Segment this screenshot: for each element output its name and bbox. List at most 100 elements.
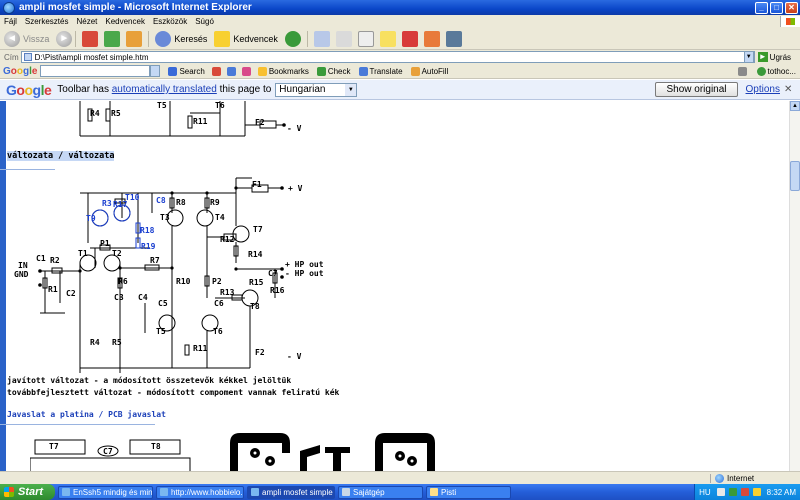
check-label: Check xyxy=(327,66,351,76)
translate-info-link[interactable]: automatically translated xyxy=(112,84,217,95)
menu-favorites[interactable]: Kedvencek xyxy=(101,17,149,26)
improved-text: javított változat - a módosított összete… xyxy=(7,376,292,385)
back-arrow-icon[interactable]: ◄ xyxy=(4,30,20,47)
mail-icon[interactable] xyxy=(313,30,330,47)
menu-tools[interactable]: Eszközök xyxy=(149,17,191,26)
task-button[interactable]: EnSsh5 mindig és min... xyxy=(58,485,153,499)
show-original-button[interactable]: Show original xyxy=(655,82,738,97)
pagerank-icon[interactable] xyxy=(241,66,251,76)
label-t5: T5 xyxy=(157,101,167,110)
menu-view[interactable]: Nézet xyxy=(72,17,101,26)
print-icon[interactable] xyxy=(335,30,352,47)
page-left-band xyxy=(0,101,6,471)
search-icon[interactable] xyxy=(155,30,172,47)
vertical-scrollbar[interactable]: ▲ xyxy=(789,101,800,471)
label-t7: T7 xyxy=(253,225,263,234)
language-indicator[interactable]: HU xyxy=(699,488,711,497)
account-button[interactable]: tothoc... xyxy=(756,66,796,76)
google-search-input[interactable] xyxy=(40,65,151,77)
security-zone: Internet xyxy=(710,473,800,483)
label-t6-main: T6 xyxy=(213,327,223,336)
label-r6: R6 xyxy=(118,277,128,286)
task-button-active[interactable]: ampli mosfet simple -... xyxy=(247,485,335,499)
share-icon[interactable] xyxy=(226,66,236,76)
tools-icon[interactable] xyxy=(445,30,462,47)
tray-security-icon[interactable] xyxy=(740,488,749,496)
messenger-icon[interactable] xyxy=(423,30,440,47)
title-bar[interactable]: ampli mosfet simple - Microsoft Internet… xyxy=(0,0,800,15)
address-bar: Cím D:\Pisti\ampli mosfet simple.htm ▼ ►… xyxy=(0,50,800,64)
options-link[interactable]: Options xyxy=(746,84,780,95)
google-search-label: Search xyxy=(179,66,205,76)
menu-help[interactable]: Súgó xyxy=(191,17,218,26)
autofill-label: AutoFill xyxy=(421,66,449,76)
label-r7: R7 xyxy=(150,256,160,265)
task-button[interactable]: http://www.hobbielo... xyxy=(156,485,244,499)
back-button[interactable]: Vissza xyxy=(23,34,49,44)
favorites-button[interactable]: Kedvencek xyxy=(233,34,278,44)
task-button[interactable]: Pisti xyxy=(426,485,511,499)
task-button[interactable]: Sajátgép xyxy=(338,485,423,499)
address-dropdown-icon[interactable]: ▼ xyxy=(743,51,754,63)
ie-icon xyxy=(251,488,259,496)
label-r5: R5 xyxy=(111,109,121,118)
clock: 8:32 AM xyxy=(766,487,796,497)
favorites-star-icon[interactable] xyxy=(214,30,231,47)
address-input[interactable]: D:\Pisti\ampli mosfet simple.htm ▼ xyxy=(20,51,755,63)
label-t1: T1 xyxy=(78,249,88,258)
wrench-button[interactable] xyxy=(737,66,749,76)
translate-button[interactable]: Translate xyxy=(358,66,403,76)
pcb-copper-layout xyxy=(230,433,435,471)
refresh-icon[interactable] xyxy=(104,30,121,47)
history-icon[interactable] xyxy=(284,30,301,47)
start-button[interactable]: Start xyxy=(0,484,55,500)
menu-edit[interactable]: Szerkesztés xyxy=(21,17,73,26)
minimize-button[interactable]: _ xyxy=(755,1,768,14)
google-toolbar-logo[interactable]: Google xyxy=(3,66,37,77)
popup-blocker-icon[interactable] xyxy=(211,66,221,76)
bookmarks-button[interactable]: Bookmarks xyxy=(257,66,309,76)
menu-file[interactable]: Fájl xyxy=(0,17,21,26)
close-icon[interactable]: ✕ xyxy=(784,84,794,95)
label-p2: P2 xyxy=(212,277,222,286)
pcb-heading: Javaslat a platina / PCB javaslat xyxy=(7,410,166,419)
google-search-button[interactable]: Search xyxy=(168,66,205,76)
toolbar-separator xyxy=(148,30,150,47)
label-f1: F1 xyxy=(252,180,262,189)
label-neg-v-main: - V xyxy=(287,352,302,361)
forward-arrow-icon[interactable]: ► xyxy=(56,30,73,47)
pcb-label-c7: C7 xyxy=(103,447,113,456)
taskbar: Start EnSsh5 mindig és min... http://www… xyxy=(0,484,800,500)
scroll-up-icon[interactable]: ▲ xyxy=(790,101,800,111)
translate-text-before: Toolbar has xyxy=(57,84,112,95)
ie-icon xyxy=(160,488,168,496)
maximize-button[interactable]: □ xyxy=(770,1,783,14)
home-icon[interactable] xyxy=(126,30,143,47)
window-title: ampli mosfet simple - Microsoft Internet… xyxy=(19,2,252,13)
label-t10: T10 xyxy=(125,193,140,202)
autofill-button[interactable]: AutoFill xyxy=(410,66,449,76)
tray-app-icon[interactable] xyxy=(728,488,737,496)
search-dropdown-icon[interactable] xyxy=(150,65,161,77)
address-url: D:\Pisti\ampli mosfet simple.htm xyxy=(34,52,149,62)
stop-icon[interactable] xyxy=(82,30,99,47)
search-button[interactable]: Keresés xyxy=(174,34,207,44)
tray-volume-icon[interactable] xyxy=(752,488,761,496)
scroll-thumb[interactable] xyxy=(790,161,800,191)
label-in: IN xyxy=(18,261,28,270)
system-tray: HU 8:32 AM xyxy=(694,484,800,500)
edit-icon[interactable] xyxy=(357,30,374,47)
tray-network-icon[interactable] xyxy=(716,488,725,496)
menu-bar: Fájl Szerkesztés Nézet Kedvencek Eszközö… xyxy=(0,15,800,28)
language-select[interactable]: Hungarian ▼ xyxy=(275,82,358,97)
autofill-icon xyxy=(410,66,420,76)
spades-icon[interactable] xyxy=(401,30,418,47)
go-button[interactable]: ► Ugrás xyxy=(757,52,791,62)
close-button[interactable]: ✕ xyxy=(785,1,798,14)
address-label: Cím xyxy=(4,52,19,62)
check-button[interactable]: Check xyxy=(316,66,351,76)
label-t2: T2 xyxy=(112,249,122,258)
notes-icon[interactable] xyxy=(379,30,396,47)
folder-icon xyxy=(430,488,438,496)
toolbar-separator xyxy=(306,30,308,47)
